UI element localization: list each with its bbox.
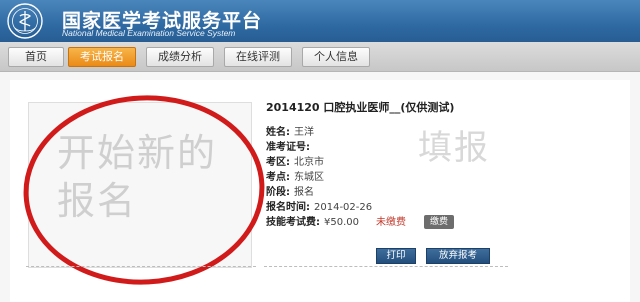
registration-date-value: 2014-02-26: [314, 202, 373, 213]
stage-value: 报名: [294, 187, 314, 198]
print-button[interactable]: 打印: [376, 248, 416, 264]
stage-label: 阶段:: [266, 187, 290, 198]
exam-title: 2014120 口腔执业医师__(仅供测试): [266, 101, 455, 114]
nav-item-online-assessment[interactable]: 在线评测: [224, 47, 292, 67]
info-row-exam-site: 考点: 东城区: [266, 170, 526, 185]
nav-item-home[interactable]: 首页: [8, 47, 64, 67]
exam-region-label: 考区:: [266, 157, 290, 168]
registration-panel: 开始新的报名 2014120 口腔执业医师__(仅供测试) 填报 姓名: 王洋 准…: [10, 80, 630, 302]
new-registration-label: 开始新的报名: [57, 131, 218, 223]
admission-number-label: 准考证号:: [266, 142, 310, 153]
site-header: 国家医学考试服务平台 National Medical Examination …: [0, 0, 640, 42]
divider: [26, 266, 256, 267]
exam-site-value: 东城区: [294, 172, 324, 183]
pay-button[interactable]: 缴费: [424, 215, 455, 229]
exam-site-label: 考点:: [266, 172, 290, 183]
registration-date-label: 报名时间:: [266, 202, 310, 213]
info-row-skill-exam-fee: 技能考试费: ¥50.00 未缴费 缴费: [266, 215, 526, 230]
info-row-admission-number: 准考证号:: [266, 140, 526, 155]
main-nav: 首页 考试报名 成绩分析 在线评测 个人信息: [0, 42, 640, 72]
skill-exam-fee-value: ¥50.00: [324, 217, 359, 228]
skill-exam-fee-label: 技能考试费:: [266, 217, 320, 228]
nav-item-score-analysis[interactable]: 成绩分析: [146, 47, 214, 67]
name-label: 姓名:: [266, 127, 290, 138]
nav-item-exam-registration[interactable]: 考试报名: [68, 47, 136, 67]
divider: [264, 266, 508, 267]
registration-info: 姓名: 王洋 准考证号: 考区: 北京市 考点: 东城区 阶段: 报名 报名时间: 201…: [266, 125, 526, 230]
fee-status: 未缴费: [376, 217, 406, 228]
name-value: 王洋: [294, 127, 314, 138]
abandon-registration-button[interactable]: 放弃报考: [426, 248, 490, 264]
site-subtitle: National Medical Examination Service Sys…: [62, 28, 236, 38]
info-row-stage: 阶段: 报名: [266, 185, 526, 200]
exam-region-value: 北京市: [294, 157, 324, 168]
info-row-registration-date: 报名时间: 2014-02-26: [266, 200, 526, 215]
new-registration-card[interactable]: 开始新的报名: [28, 102, 252, 268]
nav-item-personal-info[interactable]: 个人信息: [302, 47, 370, 67]
info-row-name: 姓名: 王洋: [266, 125, 526, 140]
medical-exam-seal-logo: [7, 3, 43, 39]
info-row-exam-region: 考区: 北京市: [266, 155, 526, 170]
